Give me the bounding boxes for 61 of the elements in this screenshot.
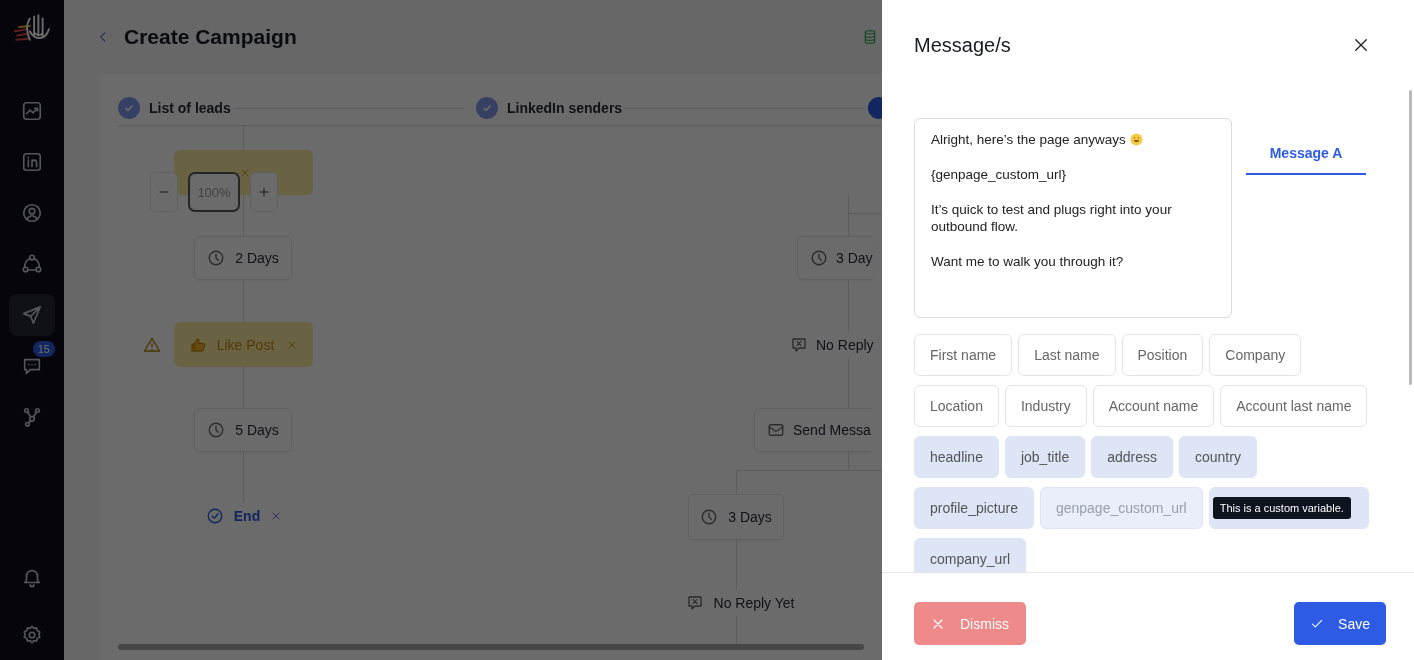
- variable-chip[interactable]: Account last name: [1220, 385, 1368, 427]
- clock-icon: [207, 249, 226, 267]
- database-icon: [862, 28, 878, 46]
- clock-icon: [207, 421, 226, 439]
- page-title: Create Campaign: [124, 25, 297, 49]
- branch-icon: [21, 406, 43, 428]
- delay-node[interactable]: 3 Days: [688, 494, 784, 540]
- variable-chip[interactable]: address: [1091, 436, 1173, 478]
- smiley-icon: [1129, 133, 1143, 146]
- node-label: No Reply: [816, 337, 874, 353]
- variable-chip[interactable]: company_url: [914, 538, 1027, 572]
- chat-x-icon: [685, 594, 704, 612]
- delay-node[interactable]: 2 Days: [194, 236, 292, 280]
- step-label[interactable]: List of leads: [149, 100, 231, 116]
- plus-icon: [257, 185, 271, 199]
- linkedin-icon: [21, 151, 43, 173]
- check-circle-icon: [205, 507, 224, 525]
- zoom-in-button[interactable]: [250, 172, 278, 212]
- node-label: No Reply Yet: [713, 595, 795, 611]
- variable-chip[interactable]: job_title: [1004, 436, 1086, 478]
- step-label[interactable]: LinkedIn senders: [507, 100, 623, 116]
- close-button[interactable]: [1352, 36, 1370, 54]
- count-badge: 15: [32, 341, 55, 357]
- send-icon: [21, 304, 43, 326]
- variable-chip[interactable]: headline: [914, 436, 999, 478]
- sidebar-item[interactable]: [9, 294, 55, 336]
- variable-chip[interactable]: country: [1179, 436, 1257, 478]
- clock-icon: [700, 508, 719, 526]
- save-button[interactable]: Save: [1294, 602, 1386, 645]
- variable-chip[interactable]: profile_picture: [914, 487, 1034, 529]
- delay-node[interactable]: 3 Day: [797, 236, 873, 280]
- variable-chip[interactable]: Location: [914, 385, 999, 427]
- message-field[interactable]: Alright, here’s the page anyways {genpage_custom_url} It’s quick to test and plugs right into your outbound flow. Want me to walk you through it?: [914, 118, 1232, 318]
- network-icon: [21, 253, 43, 275]
- variable-chip[interactable]: Account name: [1092, 385, 1215, 427]
- node-label: End: [233, 508, 261, 524]
- drawer-title: Message/s: [914, 33, 1011, 57]
- variable-chip[interactable]: This is a custom variable.: [1208, 487, 1369, 529]
- tooltip: This is a custom variable.: [1212, 497, 1351, 519]
- variable-chip[interactable]: Industry: [1004, 385, 1087, 427]
- message-node[interactable]: Send Messa: [754, 408, 871, 452]
- message-text: Want me to walk you through it?: [931, 254, 1124, 269]
- chat-x-icon: [790, 336, 808, 354]
- message-tab[interactable]: Message A: [1246, 142, 1366, 175]
- chart-icon: [21, 100, 43, 122]
- message-text: {genpage_custom_url}: [931, 167, 1067, 182]
- message-text: Alright, here’s the page anyways: [931, 132, 1126, 147]
- message-text: It’s quick to test and plugs right into your outbound flow.: [931, 202, 1172, 234]
- scrollbar[interactable]: [118, 644, 864, 650]
- variable-chip[interactable]: Position: [1121, 334, 1204, 376]
- variable-chip[interactable]: Company: [1209, 334, 1302, 376]
- user-icon: [21, 202, 43, 224]
- clock-icon: [810, 249, 828, 267]
- thumbs-up-icon: [188, 335, 207, 354]
- variable-chip[interactable]: Last name: [1018, 334, 1116, 376]
- delay-node[interactable]: 5 Days: [194, 408, 292, 452]
- variable-chip[interactable]: First name: [914, 334, 1013, 376]
- scrollbar[interactable]: [1409, 90, 1412, 385]
- settings-icon: [21, 624, 43, 646]
- close-icon: [1352, 36, 1370, 54]
- envelope-icon: [767, 421, 785, 439]
